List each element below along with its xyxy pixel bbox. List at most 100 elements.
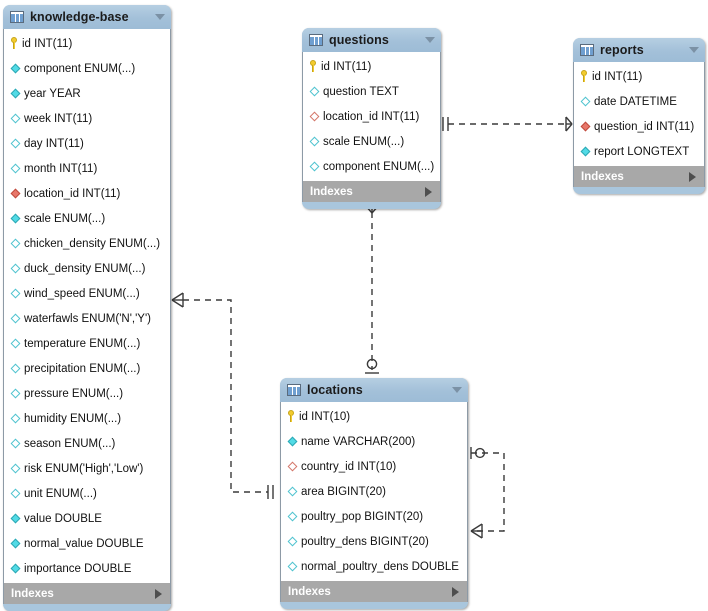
table-row[interactable]: poultry_pop BIGINT(20) — [281, 504, 467, 529]
table-row[interactable]: scale ENUM(...) — [303, 129, 440, 154]
column-icon — [10, 338, 21, 349]
column-label: location_id INT(11) — [323, 110, 420, 123]
column-icon — [580, 146, 591, 157]
column-icon — [10, 513, 21, 524]
table-row[interactable]: location_id INT(11) — [4, 181, 170, 206]
table-row[interactable]: area BIGINT(20) — [281, 479, 467, 504]
chevron-down-icon[interactable] — [155, 14, 165, 20]
column-label: humidity ENUM(...) — [24, 412, 122, 425]
column-label: id INT(11) — [321, 60, 372, 73]
rel-questions-locations[interactable] — [364, 204, 380, 374]
column-label: value DOUBLE — [24, 512, 102, 525]
foreign-key-icon — [309, 111, 320, 122]
table-row[interactable]: waterfawls ENUM('N','Y') — [4, 306, 170, 331]
table-icon — [10, 11, 24, 23]
column-label: importance DOUBLE — [24, 562, 132, 575]
table-row[interactable]: scale ENUM(...) — [4, 206, 170, 231]
column-icon — [10, 63, 21, 74]
table-row[interactable]: id INT(11) — [4, 31, 170, 56]
table-row[interactable]: temperature ENUM(...) — [4, 331, 170, 356]
table-header-knowledge-base[interactable]: knowledge-base — [3, 5, 171, 29]
table-row[interactable]: id INT(11) — [303, 54, 440, 79]
table-row[interactable]: chicken_density ENUM(...) — [4, 231, 170, 256]
table-questions[interactable]: questions id INT(11) question TEXT locat… — [302, 28, 441, 209]
chevron-down-icon[interactable] — [452, 387, 462, 393]
column-icon — [10, 288, 21, 299]
chevron-right-icon[interactable] — [452, 586, 459, 597]
table-reports[interactable]: reports id INT(11) date DATETIME questio… — [573, 38, 705, 194]
indexes-section-locations[interactable]: Indexes — [280, 581, 468, 602]
primary-key-icon — [309, 60, 318, 73]
table-row[interactable]: value DOUBLE — [4, 506, 170, 531]
column-icon — [10, 388, 21, 399]
table-row[interactable]: month INT(11) — [4, 156, 170, 181]
column-label: date DATETIME — [594, 95, 677, 108]
table-row[interactable]: poultry_dens BIGINT(20) — [281, 529, 467, 554]
table-row[interactable]: risk ENUM('High','Low') — [4, 456, 170, 481]
table-row[interactable]: humidity ENUM(...) — [4, 406, 170, 431]
chevron-right-icon[interactable] — [689, 171, 696, 182]
column-icon — [10, 163, 21, 174]
table-columns-reports: id INT(11) date DATETIME question_id INT… — [573, 62, 705, 166]
table-header-questions[interactable]: questions — [302, 28, 441, 52]
table-row[interactable]: normal_poultry_dens DOUBLE — [281, 554, 467, 579]
table-row[interactable]: report LONGTEXT — [574, 139, 704, 164]
table-row[interactable]: day INT(11) — [4, 131, 170, 156]
table-knowledge-base[interactable]: knowledge-base id INT(11) component ENUM… — [3, 5, 171, 611]
table-row[interactable]: question_id INT(11) — [574, 114, 704, 139]
column-label: temperature ENUM(...) — [24, 337, 141, 350]
table-row[interactable]: year YEAR — [4, 81, 170, 106]
column-icon — [580, 96, 591, 107]
rel-knowledgebase-locations[interactable] — [171, 292, 274, 499]
column-icon — [287, 436, 298, 447]
foreign-key-icon — [287, 461, 298, 472]
rel-locations-locations[interactable] — [470, 447, 505, 539]
chevron-right-icon[interactable] — [425, 186, 432, 197]
column-icon — [287, 561, 298, 572]
table-row[interactable]: question TEXT — [303, 79, 440, 104]
indexes-section-reports[interactable]: Indexes — [573, 166, 705, 187]
table-row[interactable]: component ENUM(...) — [303, 154, 440, 179]
column-label: id INT(11) — [592, 70, 643, 83]
table-row[interactable]: component ENUM(...) — [4, 56, 170, 81]
chevron-right-icon[interactable] — [155, 588, 162, 599]
table-header-reports[interactable]: reports — [573, 38, 705, 62]
table-header-locations[interactable]: locations — [280, 378, 468, 402]
column-label: area BIGINT(20) — [301, 485, 386, 498]
table-row[interactable]: importance DOUBLE — [4, 556, 170, 581]
table-row[interactable]: wind_speed ENUM(...) — [4, 281, 170, 306]
table-row[interactable]: season ENUM(...) — [4, 431, 170, 456]
column-icon — [10, 538, 21, 549]
chevron-down-icon[interactable] — [425, 37, 435, 43]
table-row[interactable]: date DATETIME — [574, 89, 704, 114]
column-label: report LONGTEXT — [594, 145, 690, 158]
column-icon — [10, 563, 21, 574]
table-row[interactable]: location_id INT(11) — [303, 104, 440, 129]
table-row[interactable]: pressure ENUM(...) — [4, 381, 170, 406]
table-row[interactable]: precipitation ENUM(...) — [4, 356, 170, 381]
indexes-section-questions[interactable]: Indexes — [302, 181, 441, 202]
table-row[interactable]: normal_value DOUBLE — [4, 531, 170, 556]
column-label: year YEAR — [24, 87, 81, 100]
table-title: locations — [307, 383, 363, 397]
column-label: month INT(11) — [24, 162, 98, 175]
column-icon — [10, 413, 21, 424]
table-locations[interactable]: locations id INT(10) name VARCHAR(200) c… — [280, 378, 468, 609]
table-title: knowledge-base — [30, 10, 129, 24]
indexes-label: Indexes — [11, 587, 54, 600]
table-row[interactable]: week INT(11) — [4, 106, 170, 131]
table-row[interactable]: id INT(10) — [281, 404, 467, 429]
column-label: waterfawls ENUM('N','Y') — [24, 312, 151, 325]
table-row[interactable]: id INT(11) — [574, 64, 704, 89]
table-row[interactable]: country_id INT(10) — [281, 454, 467, 479]
column-label: id INT(11) — [22, 37, 73, 50]
column-label: week INT(11) — [24, 112, 93, 125]
indexes-section-knowledge-base[interactable]: Indexes — [3, 583, 171, 604]
rel-questions-reports[interactable] — [442, 116, 573, 132]
table-row[interactable]: duck_density ENUM(...) — [4, 256, 170, 281]
table-row[interactable]: name VARCHAR(200) — [281, 429, 467, 454]
table-row[interactable]: unit ENUM(...) — [4, 481, 170, 506]
column-icon — [10, 138, 21, 149]
eer-diagram-canvas: knowledge-base id INT(11) component ENUM… — [0, 0, 708, 611]
chevron-down-icon[interactable] — [689, 47, 699, 53]
